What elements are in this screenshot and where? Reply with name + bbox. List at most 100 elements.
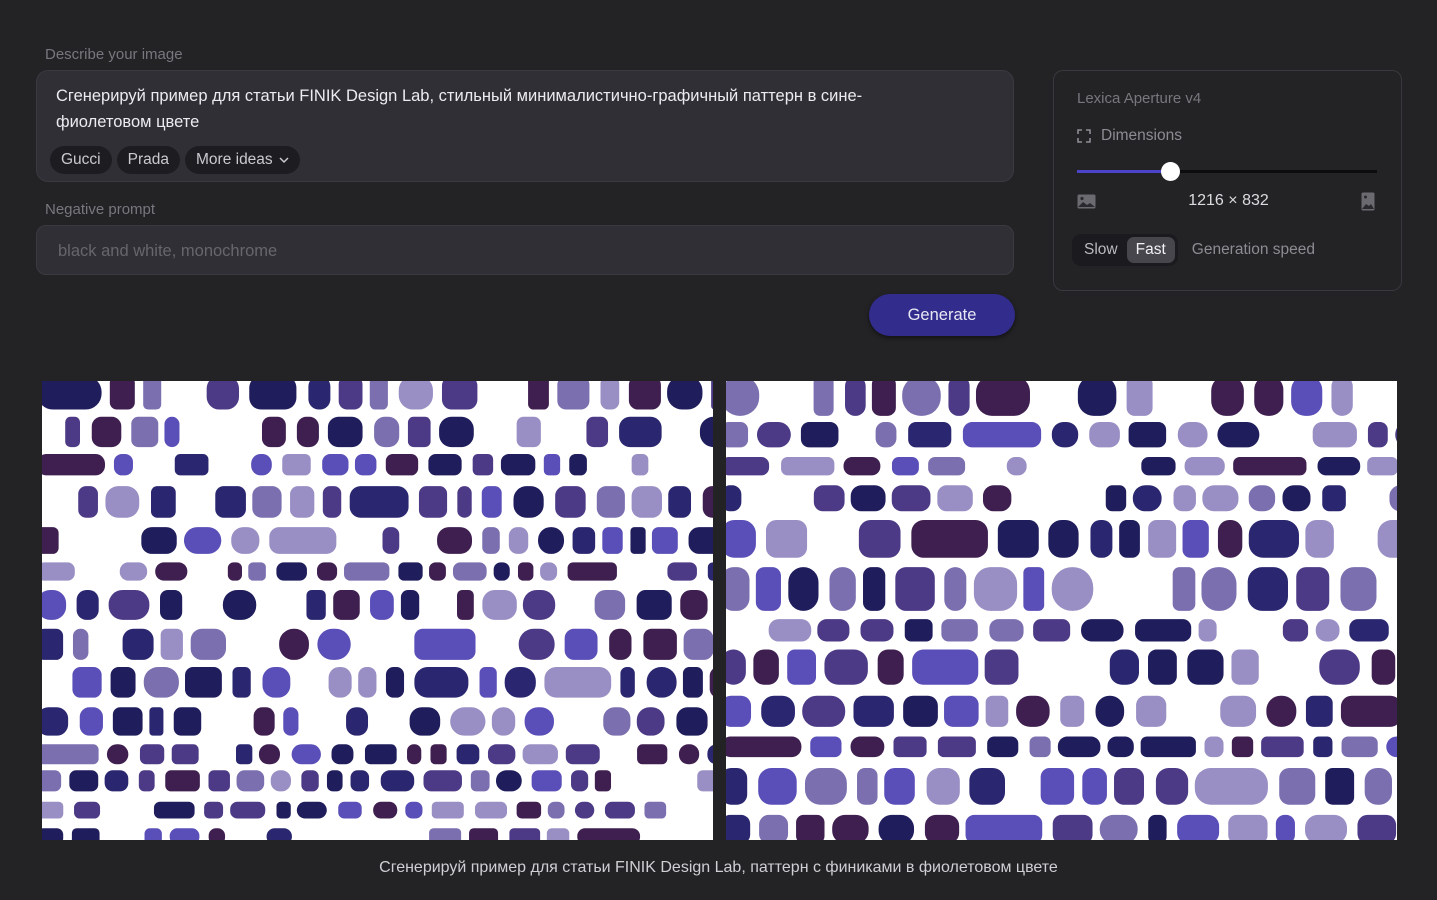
pattern-shape: [326, 770, 343, 792]
pattern-shape: [71, 828, 100, 840]
pattern-shape: [110, 666, 136, 698]
generated-image-2[interactable]: [726, 381, 1397, 840]
pattern-shape: [437, 527, 473, 554]
pattern-shape: [283, 707, 299, 736]
pattern-shape: [1395, 428, 1397, 442]
pattern-artwork: [726, 381, 1397, 840]
pattern-shape: [42, 589, 67, 620]
pattern-shape: [546, 828, 570, 840]
pattern-shape: [398, 381, 433, 410]
dimensions-slider[interactable]: [1077, 162, 1377, 181]
pattern-shape: [726, 520, 756, 558]
pattern-shape: [1135, 619, 1192, 642]
pattern-shape: [941, 619, 978, 642]
pattern-shape: [1357, 814, 1397, 840]
pattern-shape: [962, 421, 1042, 448]
pattern-shape: [1082, 767, 1107, 805]
pattern-shape: [1305, 695, 1333, 727]
pattern-shape: [707, 562, 713, 581]
dimensions-value: 1216 × 832: [1188, 192, 1269, 209]
pattern-shape: [926, 767, 960, 805]
model-name[interactable]: Lexica Aperture v4: [1077, 90, 1201, 107]
pattern-shape: [160, 589, 183, 620]
pattern-shape: [1282, 619, 1309, 642]
pattern-shape: [109, 381, 135, 410]
pattern-shape: [871, 381, 896, 416]
pattern-shape: [429, 828, 462, 840]
pattern-shape: [832, 814, 869, 840]
dimensions-label: Dimensions: [1101, 127, 1182, 144]
pattern-shape: [975, 381, 1030, 416]
pattern-shape: [596, 486, 625, 518]
pattern-shape: [1319, 649, 1360, 685]
generated-image-1[interactable]: [42, 381, 713, 840]
prompt-input[interactable]: Сгенерируй пример для статьи FINIK Desig…: [36, 70, 1014, 182]
pattern-shape: [414, 666, 469, 698]
pattern-shape: [937, 485, 973, 512]
pattern-shape: [409, 707, 441, 736]
speed-toggle[interactable]: Slow Fast: [1072, 234, 1178, 266]
pattern-shape: [439, 416, 474, 448]
pattern-shape: [680, 589, 708, 620]
pattern-shape: [711, 381, 713, 410]
generate-button[interactable]: Generate: [869, 294, 1015, 336]
pattern-shape: [106, 744, 129, 765]
pattern-shape: [1217, 520, 1243, 558]
pattern-shape: [518, 628, 555, 660]
idea-chip-gucci[interactable]: Gucci: [50, 146, 112, 174]
slider-thumb[interactable]: [1161, 162, 1180, 181]
pattern-shape: [509, 828, 541, 840]
pattern-shape: [344, 562, 390, 581]
pattern-shape: [528, 381, 549, 410]
pattern-shape: [1349, 619, 1389, 642]
pattern-shape: [1275, 814, 1295, 840]
pattern-shape: [1128, 421, 1167, 448]
pattern-shape: [787, 649, 817, 685]
pattern-shape: [400, 589, 420, 620]
pattern-shape: [328, 666, 352, 698]
pattern-shape: [1060, 695, 1085, 727]
pattern-shape: [726, 485, 742, 512]
speed-slow-option[interactable]: Slow: [1075, 237, 1127, 263]
more-ideas-button[interactable]: More ideas: [185, 146, 300, 174]
pattern-shape: [1202, 485, 1239, 512]
pattern-shape: [308, 381, 331, 410]
pattern-shape: [668, 486, 692, 518]
pattern-shape: [768, 619, 812, 642]
pattern-shape: [565, 744, 600, 765]
pattern-shape: [1148, 520, 1177, 558]
idea-chip-prada[interactable]: Prada: [116, 146, 180, 174]
pattern-shape: [138, 770, 155, 792]
pattern-shape: [948, 381, 970, 416]
pattern-shape: [984, 649, 1019, 685]
pattern-shape: [231, 527, 260, 554]
pattern-shape: [1177, 421, 1208, 448]
pattern-shape: [1095, 695, 1125, 727]
pattern-shape: [1204, 736, 1224, 758]
pattern-shape: [586, 416, 609, 448]
dimensions-header: Dimensions: [1077, 127, 1182, 145]
portrait-image-icon[interactable]: [1361, 192, 1375, 211]
pattern-shape: [108, 589, 150, 620]
pattern-shape: [569, 453, 587, 476]
pattern-shape: [252, 486, 282, 518]
pattern-shape: [522, 589, 556, 620]
pattern-shape: [270, 770, 291, 792]
negative-prompt-field[interactable]: [36, 225, 1014, 276]
pattern-shape: [1089, 421, 1120, 448]
pattern-shape: [726, 381, 760, 416]
pattern-shape: [1172, 567, 1196, 611]
pattern-shape: [1261, 736, 1304, 758]
pattern-shape: [317, 628, 351, 660]
pattern-shape: [139, 744, 165, 765]
prompt-text[interactable]: Сгенерируй пример для статьи FINIK Desig…: [56, 83, 956, 135]
pattern-shape: [72, 666, 102, 698]
negative-prompt-input[interactable]: [56, 226, 960, 276]
pattern-shape: [380, 770, 415, 792]
pattern-shape: [1132, 485, 1162, 512]
pattern-shape: [1315, 619, 1340, 642]
pattern-shape: [1090, 520, 1113, 558]
pattern-shape: [1109, 649, 1139, 685]
pattern-shape: [817, 619, 850, 642]
speed-fast-option[interactable]: Fast: [1126, 237, 1175, 263]
